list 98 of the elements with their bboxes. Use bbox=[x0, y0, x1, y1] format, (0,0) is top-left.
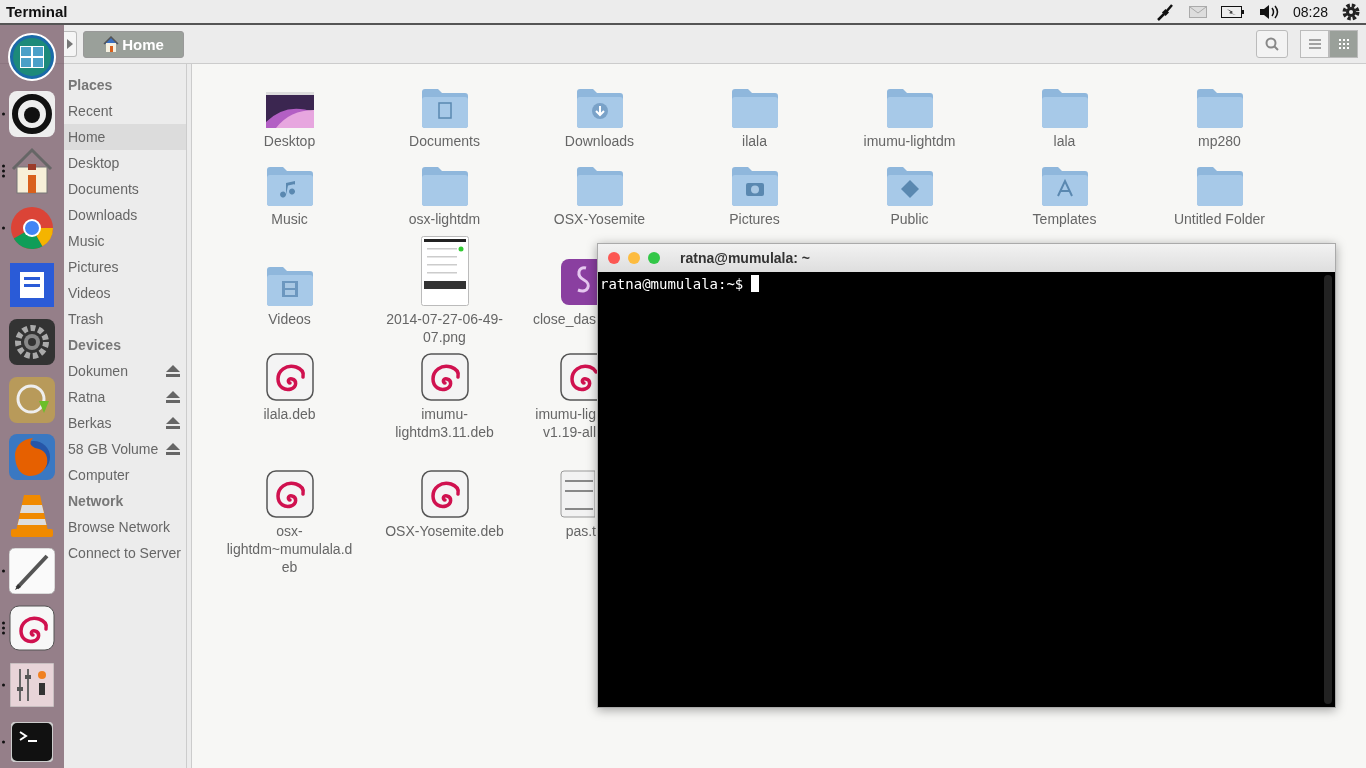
eject-icon[interactable] bbox=[166, 443, 180, 455]
folder-icon bbox=[1194, 164, 1245, 206]
volume-icon[interactable] bbox=[1258, 3, 1279, 20]
folder-icon bbox=[729, 86, 780, 128]
file-name[interactable]: lala bbox=[998, 132, 1131, 150]
music-folder-icon bbox=[264, 164, 315, 206]
folder-icon bbox=[1194, 86, 1245, 128]
chrome-browser-icon bbox=[9, 205, 55, 252]
film-folder-icon bbox=[264, 264, 315, 306]
file-name[interactable]: Documents bbox=[378, 132, 511, 150]
wallpaper-thumbnail-icon bbox=[265, 92, 314, 128]
file-name[interactable]: Videos bbox=[223, 310, 356, 328]
battery-icon[interactable] bbox=[1220, 5, 1245, 18]
installer-box-icon bbox=[9, 376, 55, 423]
sidebar-item[interactable]: Trash bbox=[64, 306, 186, 332]
sidebar-heading: Devices bbox=[67, 336, 122, 355]
sidebar-item[interactable]: 58 GB Volume bbox=[64, 436, 186, 462]
file-name[interactable]: Music bbox=[223, 210, 356, 228]
file-name[interactable]: pas.t bbox=[522, 522, 596, 540]
mml-logo-icon bbox=[8, 32, 56, 81]
phone-screenshot-thumbnail-icon bbox=[420, 236, 469, 306]
file-name[interactable]: imumu-lig v1.19-all bbox=[522, 405, 596, 441]
file-name[interactable]: Untitled Folder bbox=[1153, 210, 1286, 228]
file-name[interactable]: Desktop bbox=[223, 132, 356, 150]
folder-icon bbox=[884, 86, 935, 128]
file-name[interactable]: ilala.deb bbox=[223, 405, 356, 423]
firefox-browser-icon bbox=[9, 433, 55, 480]
sidebar-item[interactable]: Videos bbox=[64, 280, 186, 306]
download-folder-icon bbox=[574, 86, 625, 128]
eject-icon[interactable] bbox=[166, 391, 180, 403]
sidebar-item[interactable]: Desktop bbox=[64, 150, 186, 176]
grid-view-button[interactable] bbox=[1329, 30, 1358, 58]
window-title: ratna@mumulala: ~ bbox=[680, 250, 810, 266]
pencil-notepad-icon bbox=[9, 548, 55, 594]
house-icon bbox=[103, 36, 120, 52]
sidebar-item[interactable]: Downloads bbox=[64, 202, 186, 228]
document-folder-icon bbox=[419, 86, 470, 128]
text-cursor bbox=[751, 275, 760, 292]
search-icon bbox=[1265, 37, 1279, 51]
file-name[interactable]: osx-lightdm~mumulala.deb bbox=[223, 522, 356, 576]
file-name[interactable]: 2014-07-27-06-49-07.png bbox=[378, 310, 511, 346]
ring-logo-icon bbox=[9, 90, 55, 137]
forward-button[interactable] bbox=[64, 31, 77, 57]
sidebar-item[interactable]: Home bbox=[64, 124, 186, 150]
sidebar-item[interactable]: Browse Network bbox=[64, 514, 186, 540]
grid-icon bbox=[1338, 39, 1349, 49]
active-app-name: Terminal bbox=[6, 3, 68, 20]
file-name[interactable]: Public bbox=[843, 210, 976, 228]
file-name[interactable]: imumu-lightdm bbox=[843, 132, 976, 150]
sidebar-item[interactable]: Connect to Server bbox=[64, 540, 186, 566]
sidebar-item[interactable]: Pictures bbox=[64, 254, 186, 280]
settings-icon bbox=[9, 319, 55, 366]
search-button[interactable] bbox=[1256, 30, 1288, 58]
audio-mixer-icon bbox=[10, 663, 54, 708]
sidebar-item[interactable]: Computer bbox=[64, 462, 186, 488]
sidebar-item[interactable]: Music bbox=[64, 228, 186, 254]
file-name[interactable]: imumu-lightdm3.11.deb bbox=[378, 405, 511, 441]
file-name[interactable]: ilala bbox=[688, 132, 821, 150]
sidebar-item[interactable]: Documents bbox=[64, 176, 186, 202]
script-icon bbox=[560, 258, 597, 306]
forward-arrow-icon bbox=[67, 39, 73, 49]
eject-icon[interactable] bbox=[166, 417, 180, 429]
house-icon bbox=[9, 146, 55, 195]
document-app-icon bbox=[10, 263, 54, 308]
debian-package-icon bbox=[265, 470, 314, 518]
file-name[interactable]: Downloads bbox=[533, 132, 666, 150]
settings-icon[interactable] bbox=[1342, 2, 1360, 21]
debian-logo-icon bbox=[9, 605, 55, 652]
sidebar-item[interactable]: Ratna bbox=[64, 384, 186, 410]
file-name[interactable]: OSX-Yosemite bbox=[533, 210, 666, 228]
shell-prompt: ratna@mumulala:~$ bbox=[600, 275, 744, 293]
folder-icon bbox=[574, 164, 625, 206]
file-name[interactable]: close_das bbox=[522, 310, 596, 328]
debian-package-icon bbox=[420, 470, 469, 518]
list-icon bbox=[1308, 39, 1321, 49]
debian-package-icon bbox=[420, 353, 469, 401]
folder-icon bbox=[1039, 86, 1090, 128]
file-name[interactable]: OSX-Yosemite.deb bbox=[378, 522, 511, 540]
close-button[interactable] bbox=[608, 252, 620, 264]
file-name[interactable]: Templates bbox=[998, 210, 1131, 228]
sidebar-heading: Network bbox=[67, 492, 125, 511]
debian-package-icon bbox=[560, 353, 597, 401]
terminal-icon bbox=[11, 722, 53, 763]
file-name[interactable]: Pictures bbox=[688, 210, 821, 228]
clock: 08:28 bbox=[1292, 3, 1328, 20]
templates-folder-icon bbox=[1039, 164, 1090, 206]
sidebar-heading: Places bbox=[67, 76, 114, 95]
folder-icon bbox=[419, 164, 470, 206]
eject-icon[interactable] bbox=[166, 365, 180, 377]
file-name[interactable]: mp280 bbox=[1153, 132, 1286, 150]
sidebar-item[interactable]: Recent bbox=[64, 98, 186, 124]
sidebar-item[interactable]: Berkas bbox=[64, 410, 186, 436]
file-name[interactable]: osx-lightdm bbox=[378, 210, 511, 228]
debian-package-icon bbox=[265, 353, 314, 401]
camera-folder-icon bbox=[729, 164, 780, 206]
text-file-icon bbox=[560, 470, 595, 518]
public-folder-icon bbox=[884, 164, 935, 206]
sidebar-item[interactable]: Dokumen bbox=[64, 358, 186, 384]
